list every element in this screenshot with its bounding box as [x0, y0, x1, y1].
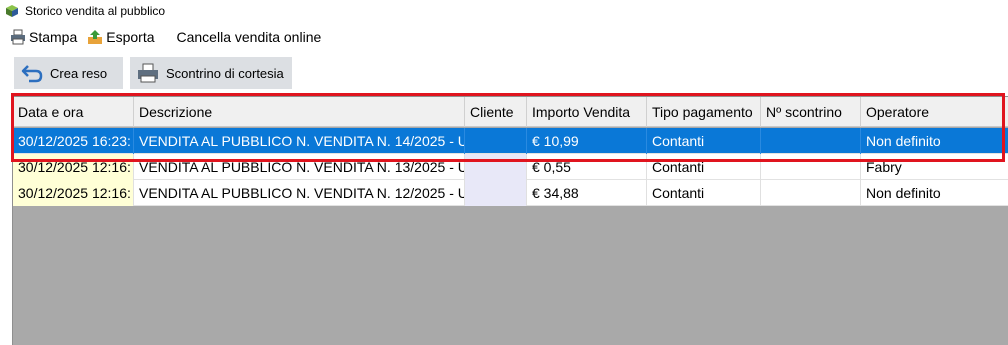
- scontrino-cortesia-button[interactable]: Scontrino di cortesia: [130, 57, 292, 89]
- title-bar: Storico vendita al pubblico: [0, 0, 1008, 22]
- table-row[interactable]: 30/12/2025 12:16: VENDITA AL PUBBLICO N.…: [13, 180, 1008, 206]
- cell-data: 30/12/2025 12:16:: [13, 154, 134, 180]
- column-header-data[interactable]: Data e ora: [13, 97, 134, 127]
- crea-reso-button[interactable]: Crea reso: [14, 57, 123, 89]
- menu-stampa-label: Stampa: [29, 29, 78, 45]
- menu-esporta-label: Esporta: [106, 29, 155, 45]
- cell-operatore: Non definito: [866, 133, 941, 149]
- cell-cliente: [465, 128, 527, 154]
- receipt-printer-icon: [138, 63, 158, 83]
- table-row[interactable]: 30/12/2025 16:23: VENDITA AL PUBBLICO N.…: [13, 128, 1008, 154]
- column-header-descrizione[interactable]: Descrizione: [134, 97, 465, 127]
- cell-data: 30/12/2025 16:23:: [13, 128, 134, 154]
- column-header-scontrino[interactable]: Nº scontrino: [761, 97, 861, 127]
- crea-reso-label: Crea reso: [50, 65, 108, 81]
- cell-descrizione: VENDITA AL PUBBLICO N. VENDITA N. 13/202…: [134, 154, 465, 180]
- menu-cancella-vendita-online[interactable]: Cancella vendita online: [177, 26, 322, 48]
- export-icon: [88, 30, 103, 44]
- toolbar: Crea reso Scontrino di cortesia: [0, 56, 1008, 90]
- cell-data: 30/12/2025 12:16:: [13, 180, 134, 206]
- scontrino-cortesia-label: Scontrino di cortesia: [166, 65, 284, 81]
- cell-tipo-pagamento: Contanti: [647, 154, 761, 180]
- menu-esporta[interactable]: Esporta: [87, 26, 155, 48]
- cell-operatore: Non definito: [866, 185, 941, 201]
- column-header-importo[interactable]: Importo Vendita: [527, 97, 647, 127]
- cell-cliente: [465, 154, 527, 180]
- column-header-cliente[interactable]: Cliente: [465, 97, 527, 127]
- column-header-tipo-pagamento[interactable]: Tipo pagamento: [647, 97, 761, 127]
- cell-scontrino: [761, 180, 861, 206]
- app-cube-icon: [6, 5, 18, 17]
- grid-header: Data e ora Descrizione Cliente Importo V…: [13, 97, 1008, 127]
- menu-bar: Stampa Esporta Cancella vendita online: [0, 26, 1008, 48]
- cell-tipo-pagamento: Contanti: [647, 128, 761, 154]
- undo-arrow-icon: [21, 65, 43, 83]
- cell-importo: € 34,88: [527, 180, 647, 206]
- menu-stampa[interactable]: Stampa: [10, 26, 77, 48]
- cell-tipo-pagamento: Contanti: [647, 180, 761, 206]
- window-title: Storico vendita al pubblico: [25, 4, 166, 18]
- cell-scontrino: [761, 128, 861, 154]
- cell-operatore: Fabry: [866, 159, 902, 175]
- table-row[interactable]: 30/12/2025 12:16: VENDITA AL PUBBLICO N.…: [13, 154, 1008, 180]
- cell-cliente: [465, 180, 527, 206]
- cell-descrizione: VENDITA AL PUBBLICO N. VENDITA N. 14/202…: [134, 128, 465, 154]
- menu-cancella-label: Cancella vendita online: [176, 29, 322, 45]
- cell-importo: € 0,55: [527, 154, 647, 180]
- printer-icon: [11, 29, 25, 45]
- cell-scontrino: [761, 154, 861, 180]
- column-header-operatore[interactable]: Operatore: [861, 97, 1008, 127]
- cell-descrizione: VENDITA AL PUBBLICO N. VENDITA N. 12/202…: [134, 180, 465, 206]
- cell-importo: € 10,99: [527, 128, 647, 154]
- sales-history-grid: Data e ora Descrizione Cliente Importo V…: [12, 96, 1008, 345]
